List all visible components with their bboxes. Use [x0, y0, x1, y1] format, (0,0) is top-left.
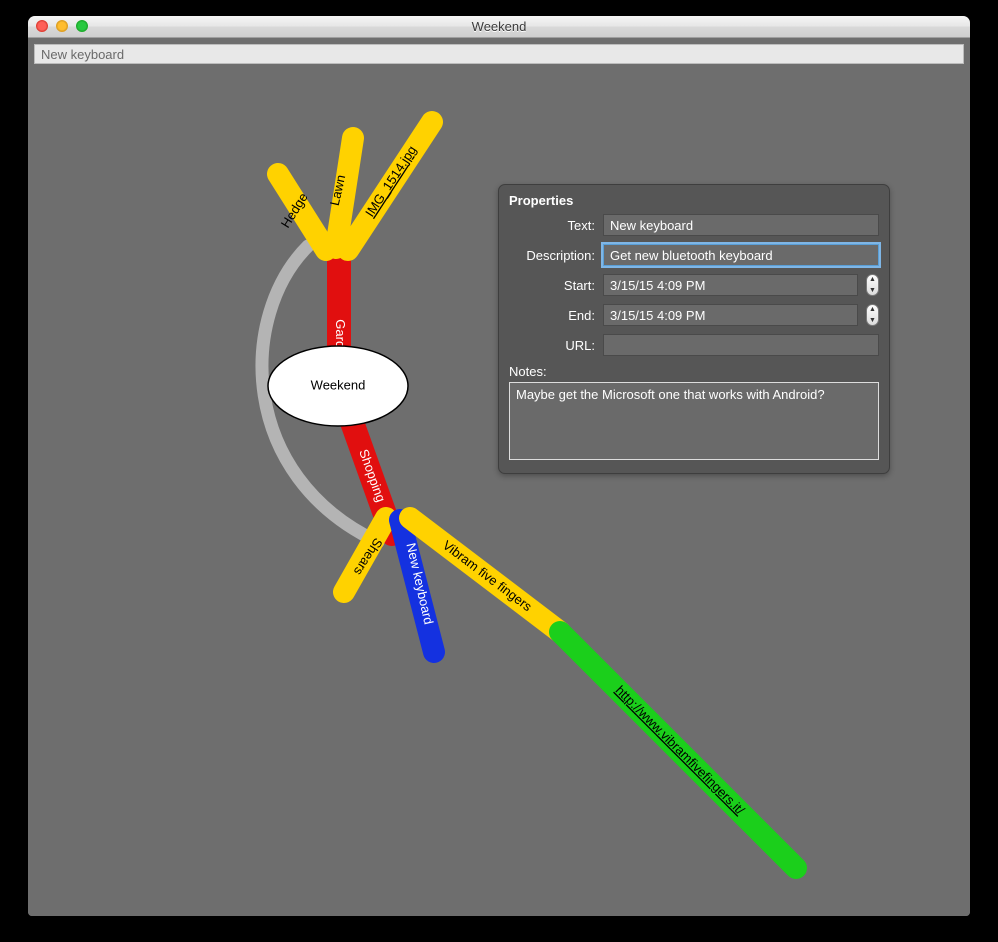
- prop-label-url: URL:: [509, 338, 595, 353]
- text-field[interactable]: [603, 214, 879, 236]
- notes-textarea[interactable]: Maybe get the Microsoft one that works w…: [509, 382, 879, 460]
- traffic-lights: [36, 20, 88, 32]
- end-field[interactable]: [603, 304, 858, 326]
- prop-label-start: Start:: [509, 278, 595, 293]
- properties-panel[interactable]: Properties Text: Description: Start: End…: [498, 184, 890, 474]
- prop-label-description: Description:: [509, 248, 595, 263]
- prop-row-end: End:: [509, 304, 879, 326]
- branch-vibram-url[interactable]: http://www.vibramfivefingers.it/: [560, 632, 796, 868]
- prop-row-description: Description:: [509, 244, 879, 266]
- close-icon[interactable]: [36, 20, 48, 32]
- end-stepper[interactable]: [866, 304, 879, 326]
- maximize-icon[interactable]: [76, 20, 88, 32]
- app-window: Weekend Garden: [28, 16, 970, 916]
- window-title: Weekend: [472, 19, 527, 34]
- root-node[interactable]: Weekend: [268, 346, 408, 426]
- branch-hedge[interactable]: Hedge: [278, 174, 326, 250]
- titlebar[interactable]: Weekend: [28, 16, 970, 38]
- minimize-icon[interactable]: [56, 20, 68, 32]
- start-stepper[interactable]: [866, 274, 879, 296]
- start-field[interactable]: [603, 274, 858, 296]
- search-input[interactable]: [34, 44, 964, 64]
- prop-label-text: Text:: [509, 218, 595, 233]
- url-field[interactable]: [603, 334, 879, 356]
- mindmap-canvas[interactable]: Garden Hedge Lawn IMG_1514.jpg Shopping: [28, 66, 970, 916]
- prop-row-start: Start:: [509, 274, 879, 296]
- prop-row-url: URL:: [509, 334, 879, 356]
- prop-row-text: Text:: [509, 214, 879, 236]
- properties-title: Properties: [509, 193, 879, 208]
- prop-label-end: End:: [509, 308, 595, 323]
- prop-label-notes: Notes:: [509, 364, 879, 379]
- description-field[interactable]: [603, 244, 879, 266]
